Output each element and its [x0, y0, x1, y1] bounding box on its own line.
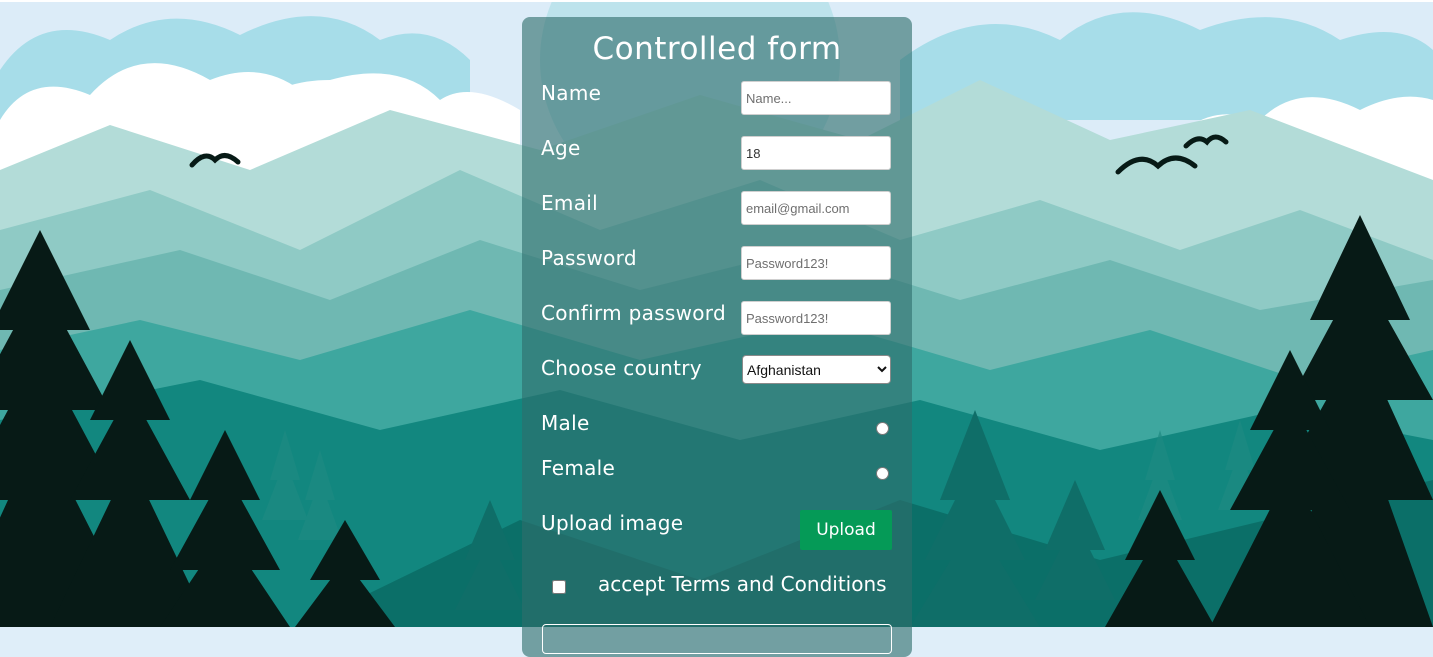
email-label: Email [541, 191, 598, 215]
name-input[interactable] [741, 81, 891, 115]
controlled-form-card: Controlled form Name Age Email Password … [522, 17, 912, 657]
country-label: Choose country [541, 356, 702, 380]
password-input[interactable] [741, 246, 891, 280]
confirm-password-input[interactable] [741, 301, 891, 335]
form-title: Controlled form [592, 31, 842, 67]
terms-label: accept Terms and Conditions [598, 572, 887, 596]
terms-checkbox[interactable] [552, 580, 566, 594]
female-label: Female [541, 456, 616, 480]
name-label: Name [541, 81, 602, 105]
upload-image-label: Upload image [541, 511, 684, 535]
country-select[interactable]: Afghanistan [742, 355, 891, 384]
upload-button[interactable]: Upload [800, 510, 892, 550]
submit-button-partial[interactable] [542, 624, 892, 654]
female-radio[interactable] [876, 467, 889, 480]
email-input[interactable] [741, 191, 891, 225]
age-label: Age [541, 136, 581, 160]
top-border [0, 0, 1433, 2]
male-radio[interactable] [876, 422, 889, 435]
male-label: Male [541, 411, 590, 435]
confirm-password-label: Confirm password [541, 301, 726, 325]
password-label: Password [541, 246, 637, 270]
age-input[interactable] [741, 136, 891, 170]
